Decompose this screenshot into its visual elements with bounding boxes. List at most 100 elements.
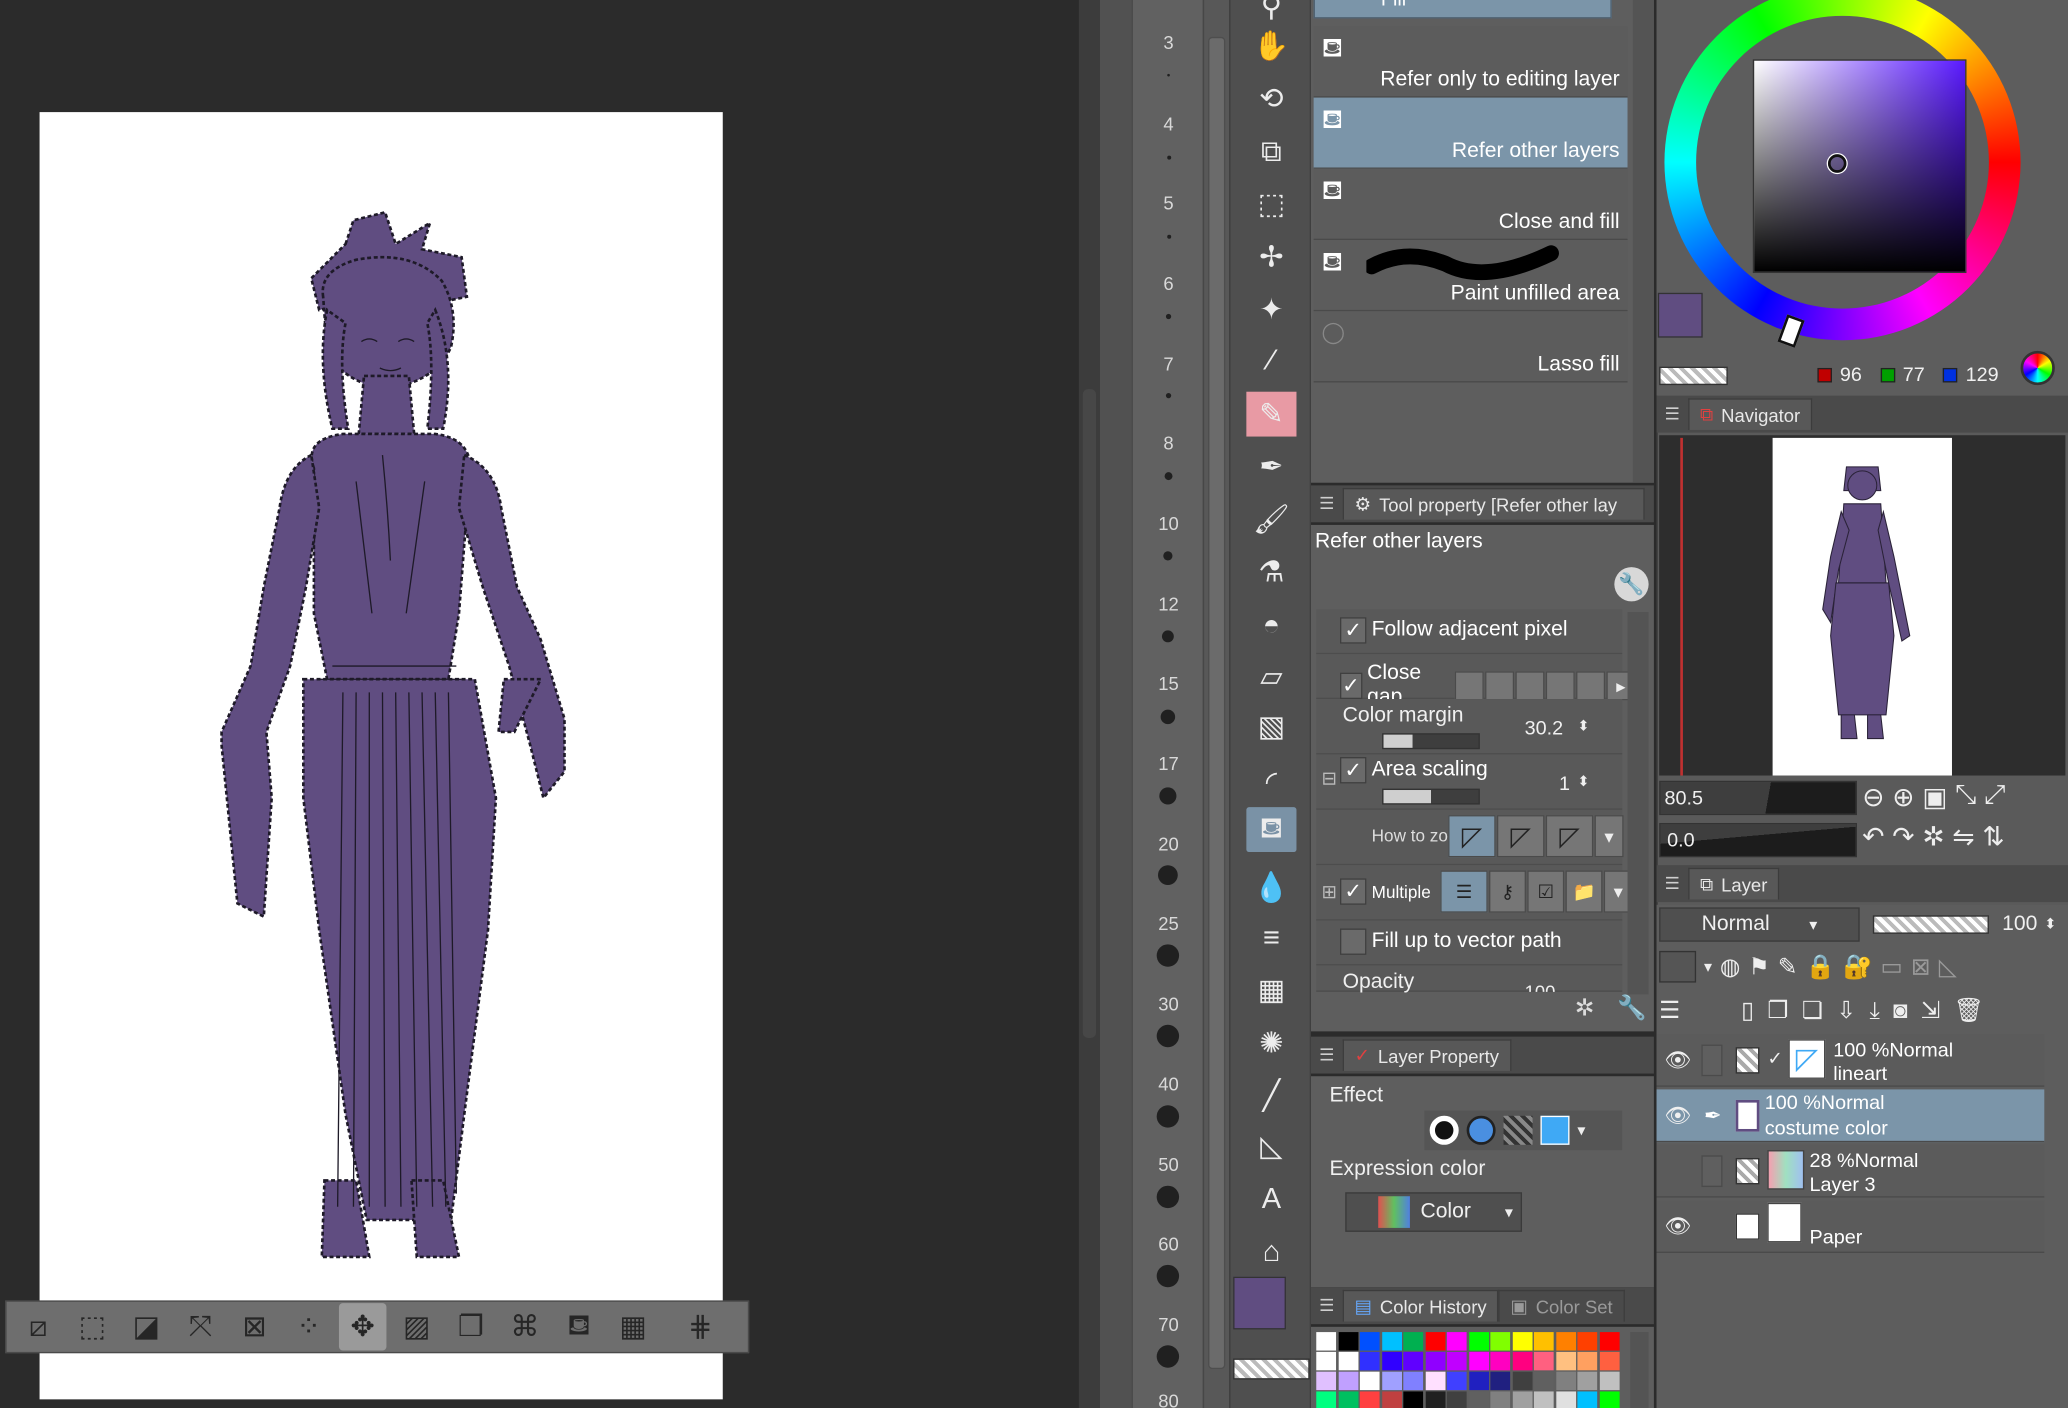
color-history-swatch[interactable]: [1359, 1351, 1380, 1371]
flip-vertical-icon[interactable]: ⇅: [1982, 820, 2004, 853]
ruler-lines-icon[interactable]: ≡: [1246, 915, 1296, 960]
color-history-swatch[interactable]: [1599, 1351, 1619, 1371]
layer-stack-icon[interactable]: ☰: [1659, 996, 1680, 1024]
area-scaling-checkbox[interactable]: ✓: [1340, 757, 1367, 784]
area-scaling-slider[interactable]: [1382, 788, 1480, 805]
settings-bar-icon[interactable]: ⋕: [677, 1303, 724, 1350]
wrench-icon[interactable]: 🔧: [1614, 567, 1649, 602]
color-history-swatch[interactable]: [1533, 1371, 1554, 1391]
new-folder-icon[interactable]: ❏: [1802, 996, 1823, 1024]
brush-size-label[interactable]: 5: [1133, 193, 1204, 214]
fit-icon[interactable]: ▣: [1922, 781, 1947, 814]
expression-color-select[interactable]: Color ▾: [1345, 1192, 1523, 1232]
line-icon[interactable]: ╱: [1246, 1074, 1296, 1119]
saturation-value-square[interactable]: [1752, 59, 1967, 274]
fill-bucket-icon[interactable]: ⛾: [555, 1303, 602, 1350]
zoom-in-icon[interactable]: ⊕: [1892, 781, 1914, 814]
clip-icon[interactable]: ◍: [1720, 953, 1741, 981]
color-history-swatch[interactable]: [1338, 1351, 1358, 1371]
color-history-swatch[interactable]: [1555, 1332, 1576, 1351]
text-icon[interactable]: A: [1246, 1176, 1296, 1221]
brush-size-label[interactable]: 30: [1133, 993, 1204, 1014]
fill-selection-icon[interactable]: ▨: [393, 1303, 440, 1350]
pen-icon[interactable]: ✎: [1246, 391, 1297, 437]
invert-selection-icon[interactable]: ◪: [123, 1303, 170, 1350]
apply-mask-icon[interactable]: ⇲: [1921, 996, 1941, 1024]
main-color-chip[interactable]: [1657, 292, 1703, 338]
multiple-options[interactable]: ☰ ⚷ ☑ 📁 ▾: [1440, 870, 1633, 913]
color-history-swatch[interactable]: [1555, 1371, 1576, 1391]
color-history-swatch[interactable]: [1599, 1332, 1619, 1351]
canvas-paper[interactable]: [39, 112, 723, 1400]
eye-icon[interactable]: 👁: [1664, 1213, 1691, 1239]
deselect-icon[interactable]: ⧄: [15, 1303, 62, 1350]
brush-size-label[interactable]: 17: [1133, 753, 1204, 774]
brush-size-label[interactable]: 8: [1133, 433, 1204, 454]
opacity-value[interactable]: 100: [1525, 981, 1556, 992]
zoom-mode-2-icon[interactable]: ◸: [1496, 815, 1545, 858]
fill-tool-icon[interactable]: ⛾: [1246, 807, 1297, 853]
main-color-swatch[interactable]: [1233, 1276, 1286, 1330]
brush-size-label[interactable]: 4: [1133, 113, 1204, 134]
layer-row-layer3[interactable]: 28 %Normal Layer 3: [1656, 1144, 2045, 1198]
color-history-swatch[interactable]: [1577, 1351, 1598, 1371]
color-history-swatch[interactable]: [1533, 1351, 1554, 1371]
reference-layer-icon[interactable]: ⚷: [1489, 870, 1526, 913]
fill-vector-checkbox[interactable]: [1340, 928, 1367, 955]
color-history-swatch[interactable]: [1577, 1332, 1598, 1351]
mask-icon[interactable]: ▭: [1881, 953, 1903, 981]
layer-color-icon[interactable]: [1540, 1115, 1570, 1145]
color-mode-switch-icon[interactable]: [2020, 350, 2055, 386]
color-history-swatch[interactable]: [1490, 1371, 1511, 1391]
brush-size-label[interactable]: 25: [1133, 913, 1204, 934]
brush-size-label[interactable]: 7: [1133, 353, 1204, 374]
brush-icon[interactable]: 🖌: [1246, 497, 1296, 542]
zoom-mode-1-icon[interactable]: ◸: [1448, 815, 1496, 858]
eraser-icon[interactable]: ▱: [1246, 654, 1296, 699]
tab-layer[interactable]: ⧉ Layer: [1688, 867, 1780, 900]
mask-off-icon[interactable]: ⊠: [1911, 953, 1931, 981]
flip-horizontal-icon[interactable]: ⇋: [1952, 820, 1974, 853]
menu-icon[interactable]: ☰: [1657, 404, 1689, 425]
zoom-mode-3-icon[interactable]: ◸: [1545, 815, 1594, 858]
correction-icon[interactable]: ⌂: [1246, 1229, 1296, 1274]
actual-size-icon[interactable]: ⤢: [1984, 781, 2005, 814]
collapse-icon[interactable]: ⊟: [1322, 768, 1337, 790]
gradient-icon[interactable]: ▧: [1246, 704, 1296, 749]
transform-icon[interactable]: ⌘: [501, 1303, 548, 1350]
splitter-grip[interactable]: [1082, 389, 1097, 1038]
color-history-swatch[interactable]: [1533, 1391, 1554, 1408]
color-history-swatch[interactable]: [1490, 1351, 1511, 1371]
color-history-swatch[interactable]: [1359, 1332, 1380, 1351]
menu-icon[interactable]: ☰: [1311, 1295, 1343, 1316]
layer-opacity-value[interactable]: 100: [2002, 913, 2037, 937]
chevron-down-icon[interactable]: ▾: [1704, 958, 1712, 976]
selection-icon[interactable]: ⬚: [1246, 182, 1296, 227]
subtool-lasso-fill[interactable]: ◯ Lasso fill: [1313, 311, 1628, 383]
fill-vector-row[interactable]: Fill up to vector path: [1340, 928, 1635, 955]
tab-navigator[interactable]: ⧉ Navigator: [1688, 398, 1813, 430]
color-history-swatch[interactable]: [1446, 1371, 1467, 1391]
brush-size-label[interactable]: 12: [1133, 594, 1204, 615]
spinner-icon[interactable]: ⬍: [2044, 915, 2056, 933]
color-history-swatch[interactable]: [1599, 1371, 1619, 1391]
color-history-swatch[interactable]: [1490, 1391, 1511, 1408]
menu-icon[interactable]: ☰: [1311, 1045, 1343, 1066]
subtool-top-tab[interactable]: Fill: [1313, 0, 1612, 19]
chevron-down-icon[interactable]: ▾: [1577, 1121, 1585, 1139]
move-icon[interactable]: ✋: [1246, 24, 1296, 69]
rotate-right-icon[interactable]: ↷: [1892, 820, 1914, 853]
zoom-value[interactable]: 80.5: [1664, 787, 1703, 809]
eye-icon[interactable]: 👁: [1664, 1047, 1691, 1073]
figure-icon[interactable]: ◜: [1246, 760, 1296, 805]
expand-selection-icon[interactable]: ⤧: [177, 1303, 224, 1350]
brush-size-label[interactable]: 20: [1133, 834, 1204, 855]
rotation-value[interactable]: 0.0: [1667, 830, 1695, 852]
move-layer-icon[interactable]: ⧉: [1246, 129, 1296, 174]
lock-alpha-icon[interactable]: 🔐: [1843, 953, 1873, 981]
tab-color-set[interactable]: ▣ Color Set: [1498, 1289, 1625, 1322]
lock-icon[interactable]: 🔒: [1806, 953, 1836, 981]
color-history-swatch[interactable]: [1555, 1391, 1576, 1408]
color-margin-slider[interactable]: [1382, 733, 1480, 750]
layer-row-costume-color[interactable]: 👁 ✒ 100 %Normal costume color: [1656, 1089, 2045, 1143]
